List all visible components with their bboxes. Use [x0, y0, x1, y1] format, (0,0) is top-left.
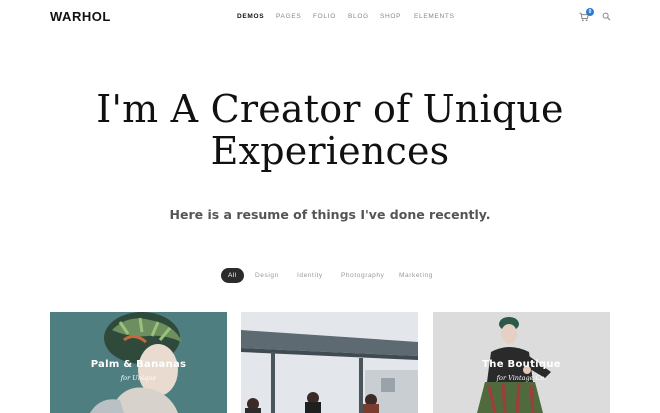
- filter-design[interactable]: Design: [255, 268, 279, 283]
- hero-title-line-2: Experiences: [210, 129, 450, 173]
- filter-photography[interactable]: Photography: [341, 268, 384, 283]
- card-title: The Boutique: [482, 359, 561, 370]
- nav-item-demos[interactable]: DEMOS: [237, 13, 264, 20]
- nav-item-pages[interactable]: PAGES: [276, 13, 301, 20]
- hero-title: I'm A Creator of Unique Experiences: [0, 88, 660, 172]
- nav-item-folio[interactable]: FOLIO: [313, 13, 336, 20]
- portfolio-card-palm-bananas[interactable]: Palm & Bananas for Unique: [50, 312, 227, 413]
- site-header: WARHOL DEMOS PAGES FOLIO BLOG SHOP ELEME…: [0, 0, 660, 34]
- nav-item-blog[interactable]: BLOG: [348, 13, 369, 20]
- hero-title-line-1: I'm A Creator of Unique: [96, 87, 564, 131]
- group-photo: [241, 312, 418, 413]
- portfolio-filters: All Design Identity Photography Marketin…: [0, 268, 660, 283]
- card-subtitle: for Unique: [120, 374, 157, 382]
- hero-subtitle: Here is a resume of things I've done rec…: [169, 207, 491, 222]
- filter-all[interactable]: All: [221, 268, 245, 283]
- main-nav: DEMOS PAGES FOLIO BLOG SHOP ELEMENTS: [0, 13, 660, 25]
- nav-item-shop[interactable]: SHOP: [380, 13, 401, 20]
- search-icon[interactable]: [602, 12, 611, 21]
- filter-marketing[interactable]: Marketing: [399, 268, 433, 283]
- cart-count-badge: 0: [586, 8, 594, 16]
- card-title: Palm & Bananas: [90, 359, 187, 370]
- portfolio-card-the-boutique[interactable]: The Boutique for Vintage Co.: [433, 312, 610, 413]
- portfolio-card-group-photo[interactable]: [241, 312, 418, 413]
- nav-item-elements[interactable]: ELEMENTS: [414, 13, 455, 20]
- filter-identity[interactable]: Identity: [297, 268, 323, 283]
- card-subtitle: for Vintage Co.: [496, 374, 547, 382]
